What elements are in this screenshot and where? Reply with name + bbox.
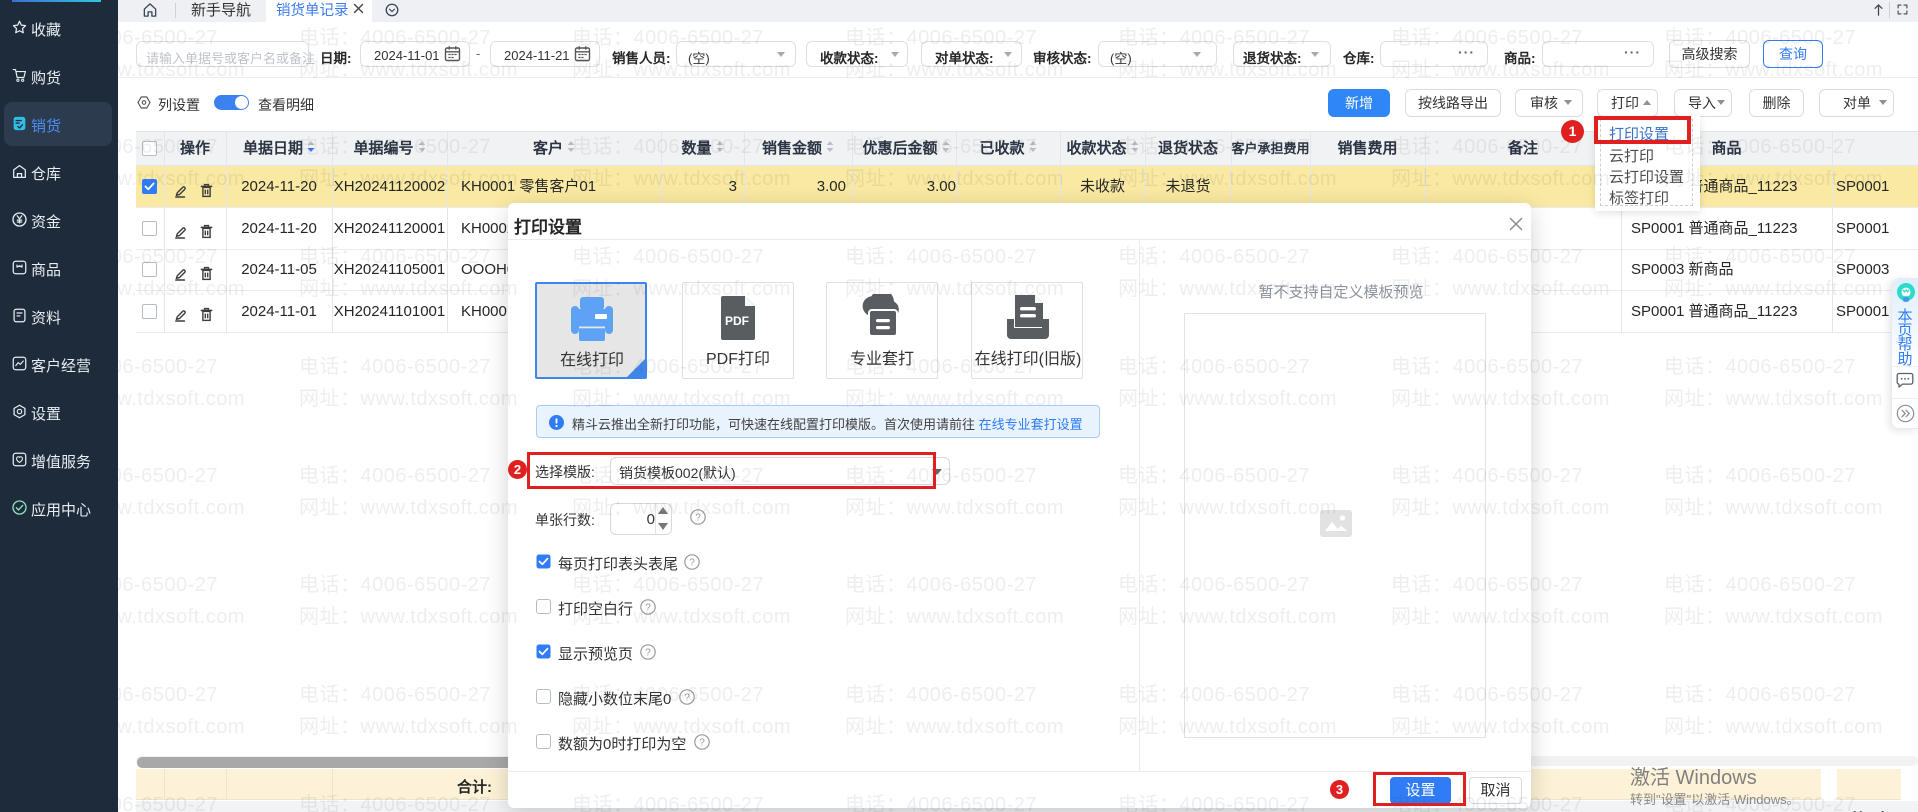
svg-text:PDF: PDF <box>725 314 749 328</box>
svg-text:?: ? <box>695 513 701 524</box>
